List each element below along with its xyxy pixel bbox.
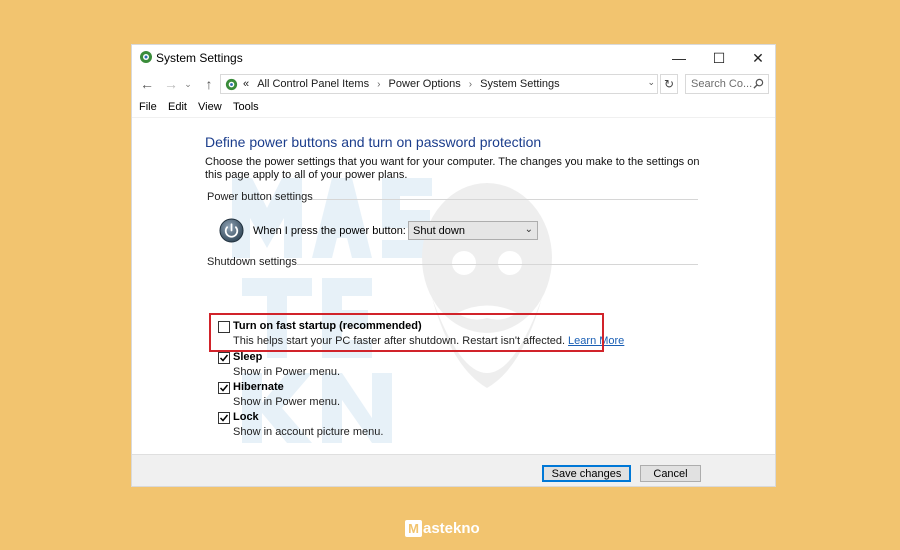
menu-file[interactable]: File <box>139 101 157 113</box>
search-placeholder: Search Co... <box>691 78 753 90</box>
option-description: Show in account picture menu. <box>233 426 384 438</box>
logo-letter: M <box>405 519 422 537</box>
search-input[interactable]: Search Co... <box>685 74 769 94</box>
breadcrumb-item-all-control-panel-items[interactable]: All Control Panel Items <box>257 78 369 90</box>
address-dropdown-button[interactable]: ⌄ <box>647 77 655 88</box>
breadcrumb-item-system-settings[interactable]: System Settings <box>480 78 559 90</box>
option-title: Lock <box>233 411 259 423</box>
power-button-label: When I press the power button: <box>253 225 406 237</box>
breadcrumb-overflow[interactable]: « <box>243 78 249 90</box>
option-description: Show in Power menu. <box>233 366 340 378</box>
power-button-action-select[interactable]: Shut down ⌄ <box>408 221 538 240</box>
back-button[interactable]: ← <box>138 75 156 93</box>
menu-tools[interactable]: Tools <box>233 101 259 113</box>
recent-locations-button[interactable]: ⌄ <box>182 75 194 93</box>
checkmark-icon <box>219 354 229 362</box>
control-panel-icon <box>140 51 152 63</box>
breadcrumb-separator[interactable]: › <box>469 79 472 90</box>
option-description: Show in Power menu. <box>233 396 340 408</box>
breadcrumb: « All Control Panel Items › Power Option… <box>243 78 560 90</box>
maximize-button[interactable]: ☐ <box>699 45 739 71</box>
page-description: Choose the power settings that you want … <box>205 156 700 181</box>
chevron-down-icon: ⌄ <box>524 224 533 235</box>
group-divider <box>297 264 698 265</box>
shutdown-settings-label: Shutdown settings <box>207 256 297 268</box>
menu-view[interactable]: View <box>198 101 222 113</box>
menu-edit[interactable]: Edit <box>168 101 187 113</box>
cancel-button[interactable]: Cancel <box>640 465 701 482</box>
address-bar[interactable]: « All Control Panel Items › Power Option… <box>220 74 658 94</box>
refresh-button[interactable]: ↻ <box>660 74 678 94</box>
up-button[interactable]: ↑ <box>200 75 218 93</box>
power-icon <box>219 218 244 243</box>
checkmark-icon <box>219 384 229 392</box>
forward-button[interactable]: → <box>162 75 180 93</box>
hibernate-checkbox[interactable] <box>218 382 230 394</box>
save-changes-button[interactable]: Save changes <box>542 465 631 482</box>
fast-startup-highlight <box>209 313 604 352</box>
mastekno-logo: M astekno <box>405 518 480 538</box>
group-divider <box>312 199 698 200</box>
close-button[interactable]: ✕ <box>738 45 775 71</box>
logo-text: astekno <box>423 519 480 537</box>
power-button-action-value: Shut down <box>413 225 465 237</box>
title-bar[interactable]: System Settings — ☐ ✕ <box>132 45 775 71</box>
breadcrumb-separator[interactable]: › <box>377 79 380 90</box>
power-button-settings-label: Power button settings <box>207 191 313 203</box>
breadcrumb-item-power-options[interactable]: Power Options <box>389 78 461 90</box>
option-title: Hibernate <box>233 381 284 393</box>
control-panel-icon <box>225 78 238 91</box>
navigation-bar: ← → ⌄ ↑ « All Control Panel Items › Powe… <box>132 73 775 97</box>
settings-content: Define power buttons and turn on passwor… <box>132 118 775 454</box>
search-icon <box>753 78 764 89</box>
dialog-footer: Save changes Cancel <box>132 454 775 486</box>
menu-bar: File Edit View Tools <box>132 99 775 117</box>
lock-checkbox[interactable] <box>218 412 230 424</box>
sleep-checkbox[interactable] <box>218 352 230 364</box>
page-heading: Define power buttons and turn on passwor… <box>205 134 542 150</box>
system-settings-window: System Settings — ☐ ✕ ← → ⌄ ↑ « All Cont… <box>131 44 776 487</box>
checkmark-icon <box>219 414 229 422</box>
minimize-button[interactable]: — <box>659 45 699 71</box>
window-title: System Settings <box>156 51 243 65</box>
option-title: Sleep <box>233 351 263 363</box>
